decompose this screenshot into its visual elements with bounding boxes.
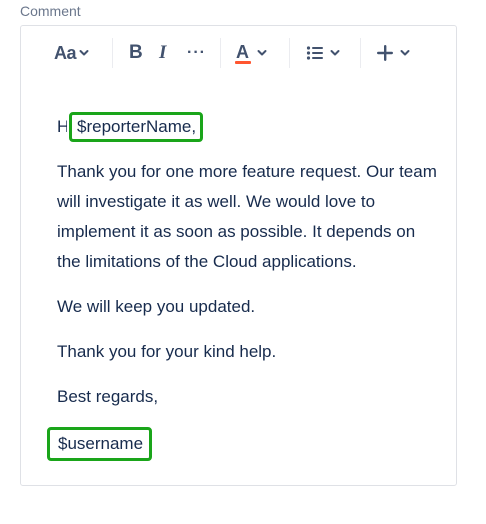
text-color-dropdown[interactable]: A [235, 40, 267, 66]
chevron-down-icon [400, 50, 410, 56]
chevron-down-icon [79, 50, 89, 56]
update-paragraph: We will keep you updated. [57, 297, 256, 316]
bullet-list-icon [306, 46, 323, 60]
italic-icon: I [159, 42, 167, 63]
text-color-icon: A [235, 42, 251, 64]
editor-content[interactable]: Hi$reporterName, Thank you for one more … [47, 112, 442, 476]
greeting-prefix: Hi [57, 117, 67, 136]
text-style-icon: Aa [54, 42, 77, 63]
message-paragraph: Thank you for one more feature request. … [57, 162, 437, 271]
toolbar-divider [220, 38, 221, 68]
editor-toolbar: Aa B I ··· A [21, 26, 456, 80]
toolbar-divider [112, 38, 113, 68]
text-color-swatch [235, 61, 251, 64]
reporter-name-variable: $reporterName, [69, 112, 204, 142]
plus-icon [377, 45, 393, 61]
username-variable: $username [47, 427, 153, 461]
chevron-down-icon [257, 50, 267, 56]
greeting-line: Hi$reporterName, [57, 112, 442, 142]
comment-editor[interactable]: Aa B I ··· A H $reporterName, Thank you … [20, 25, 457, 486]
insert-dropdown[interactable] [376, 40, 410, 66]
bold-icon: B [129, 42, 143, 63]
closing-line: Best regards, [57, 387, 159, 406]
more-formatting-button[interactable]: ··· [187, 40, 206, 66]
thanks-paragraph: Thank you for your kind help. [57, 342, 277, 361]
signature-line: $username [47, 427, 442, 461]
text-style-dropdown[interactable]: Aa [54, 40, 89, 66]
list-dropdown[interactable] [306, 40, 340, 66]
comment-label: Comment [20, 3, 81, 19]
more-icon: ··· [187, 44, 206, 61]
toolbar-divider [360, 38, 361, 68]
chevron-down-icon [330, 50, 340, 56]
toolbar-divider [289, 38, 290, 68]
italic-button[interactable]: I [159, 40, 166, 66]
bold-button[interactable]: B [129, 40, 143, 66]
